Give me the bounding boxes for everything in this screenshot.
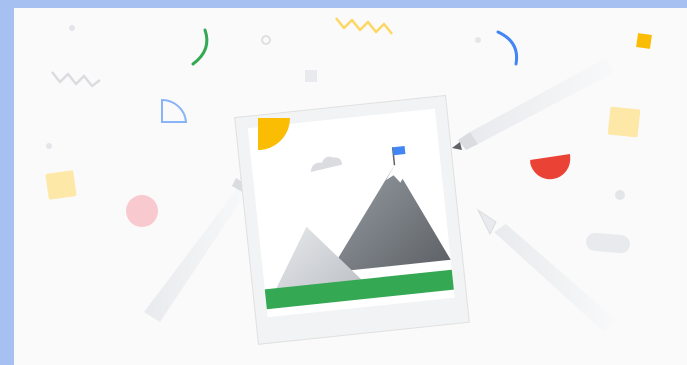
grey-dot-2 (69, 25, 75, 31)
photo-illustration (0, 0, 687, 365)
grey-square (305, 70, 317, 82)
pink-circle (126, 195, 158, 227)
border-left (0, 0, 14, 365)
orange-square (636, 33, 652, 49)
grey-dot-4 (615, 190, 625, 200)
border-top (0, 0, 687, 8)
grey-dot-3 (46, 143, 52, 149)
pale-yellow-square-right (607, 106, 641, 138)
pale-yellow-square-left (45, 170, 77, 200)
illustration-frame (0, 0, 687, 365)
photo-card (234, 94, 470, 345)
grey-dot-5 (475, 37, 481, 43)
flag (392, 145, 406, 156)
